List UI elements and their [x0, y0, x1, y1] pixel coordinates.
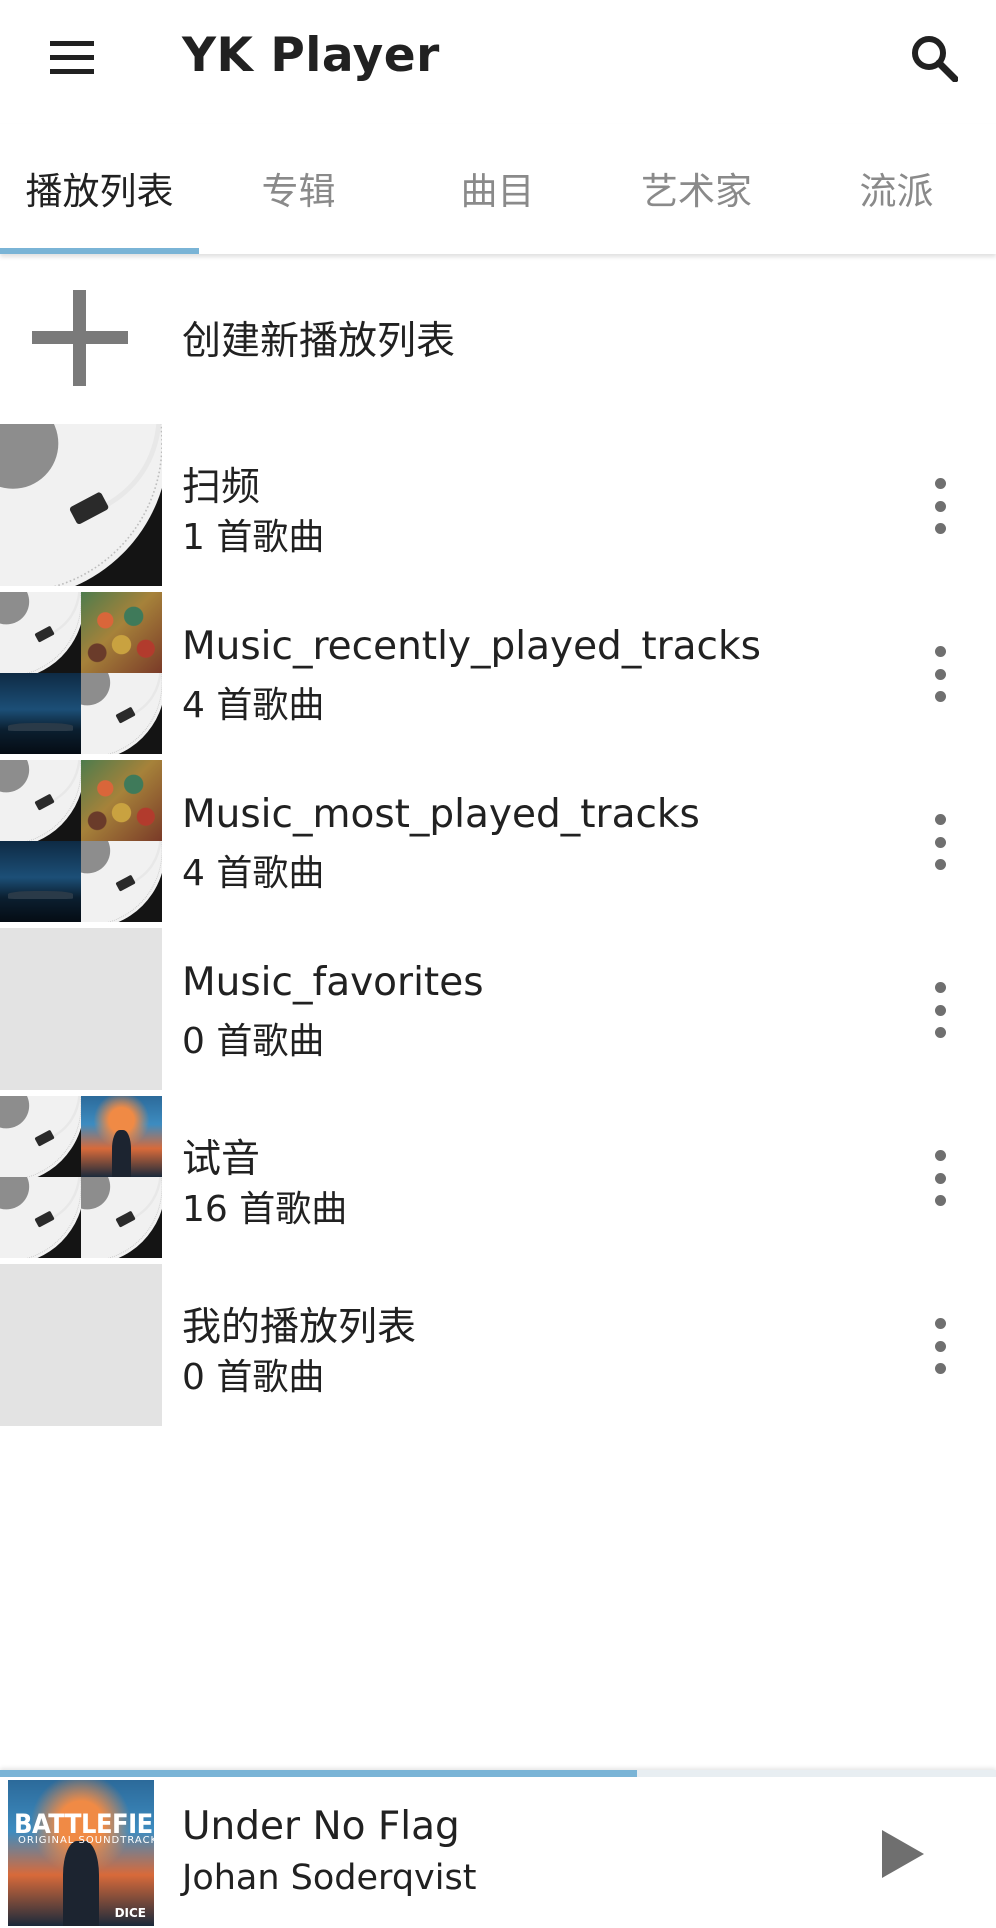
playback-progress-fill	[0, 1770, 638, 1777]
plus-icon	[32, 290, 128, 386]
playlist-artwork	[0, 592, 162, 754]
now-playing-artist: Johan Soderqvist	[182, 1858, 477, 1898]
playlist-name: Music_favorites	[182, 960, 484, 1005]
playlist-name: 我的播放列表	[182, 1305, 417, 1350]
mini-player[interactable]: BATTLEFIELD V ORIGINAL SOUNDTRACK DICE U…	[0, 1770, 996, 1928]
active-tab-indicator	[0, 248, 199, 254]
playlist-item[interactable]: 试音 16 首歌曲	[0, 1096, 996, 1264]
tab-playlists[interactable]: 播放列表	[0, 124, 199, 252]
tab-label: 专辑	[261, 170, 336, 213]
play-icon[interactable]	[868, 1822, 932, 1886]
tab-albums[interactable]: 专辑	[199, 124, 398, 252]
playback-progress-bar	[0, 1770, 996, 1777]
playlist-song-count: 4 首歌曲	[182, 853, 325, 894]
playlist-artwork-placeholder	[0, 1264, 162, 1426]
tab-label: 流派	[859, 170, 934, 213]
playlist-song-count: 1 首歌曲	[182, 517, 325, 558]
more-options-icon[interactable]	[920, 646, 960, 702]
playlist-song-count: 0 首歌曲	[182, 1021, 325, 1062]
create-playlist-button[interactable]: 创建新播放列表	[0, 256, 996, 420]
tab-label: 艺术家	[641, 170, 752, 213]
tab-genres[interactable]: 流派	[797, 124, 996, 252]
now-playing-title: Under No Flag	[182, 1804, 460, 1849]
more-options-icon[interactable]	[920, 982, 960, 1038]
more-options-icon[interactable]	[920, 1150, 960, 1206]
playlist-item[interactable]: 我的播放列表 0 首歌曲	[0, 1264, 996, 1432]
playlist-artwork	[0, 424, 162, 586]
playlist-song-count: 0 首歌曲	[182, 1357, 325, 1398]
album-art-subtitle: ORIGINAL SOUNDTRACK	[18, 1835, 154, 1847]
tab-bar: 播放列表 专辑 曲目 艺术家 流派	[0, 124, 996, 254]
playlist-song-count: 16 首歌曲	[182, 1189, 348, 1230]
playlist-artwork	[0, 1096, 162, 1258]
tab-label: 曲目	[460, 170, 535, 213]
album-art-badge: DICE	[114, 1906, 146, 1920]
hamburger-menu-icon[interactable]	[30, 26, 114, 90]
create-playlist-label: 创建新播放列表	[182, 319, 456, 364]
playlist-artwork-placeholder	[0, 928, 162, 1090]
playlist-item[interactable]: Music_most_played_tracks 4 首歌曲	[0, 760, 996, 928]
more-options-icon[interactable]	[920, 1318, 960, 1374]
tab-label: 播放列表	[25, 170, 174, 213]
app-bar: YK Player	[0, 0, 996, 124]
search-icon[interactable]	[898, 26, 970, 90]
playlist-artwork	[0, 760, 162, 922]
tab-tracks[interactable]: 曲目	[398, 124, 597, 252]
playlist-song-count: 4 首歌曲	[182, 685, 325, 726]
playlist-name: 扫频	[182, 465, 261, 510]
playlist-name: 试音	[182, 1137, 261, 1182]
playlist-name: Music_recently_played_tracks	[182, 624, 761, 669]
playlist-list: 扫频 1 首歌曲 Music_recently_played_tracks 4 …	[0, 424, 996, 1432]
more-options-icon[interactable]	[920, 478, 960, 534]
more-options-icon[interactable]	[920, 814, 960, 870]
playlist-item[interactable]: Music_recently_played_tracks 4 首歌曲	[0, 592, 996, 760]
playlist-item[interactable]: 扫频 1 首歌曲	[0, 424, 996, 592]
playlist-item[interactable]: Music_favorites 0 首歌曲	[0, 928, 996, 1096]
playlist-name: Music_most_played_tracks	[182, 792, 700, 837]
tab-artists[interactable]: 艺术家	[597, 124, 796, 252]
app-title: YK Player	[182, 28, 440, 83]
album-artwork: BATTLEFIELD V ORIGINAL SOUNDTRACK DICE	[8, 1780, 154, 1926]
